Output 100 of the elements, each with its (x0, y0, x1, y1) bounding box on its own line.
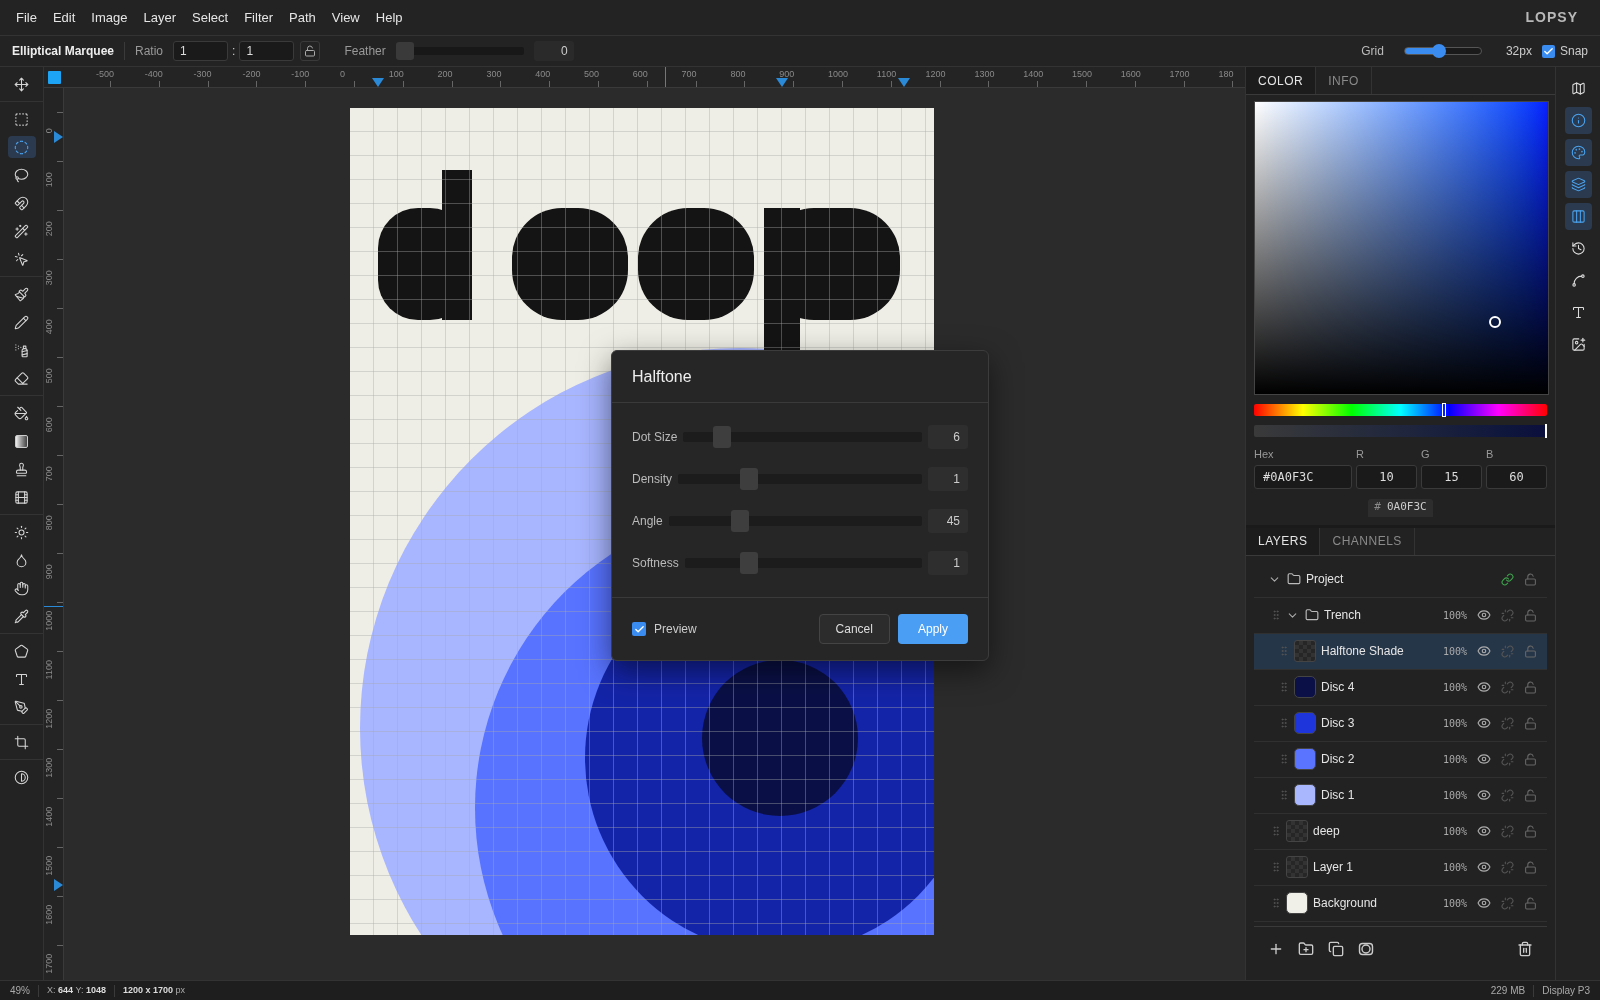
unlock-icon[interactable] (1524, 680, 1537, 694)
drag-handle-icon[interactable] (1270, 609, 1282, 621)
color-value-field[interactable]: 10 (1356, 464, 1417, 489)
color-value-field[interactable]: 15 (1421, 464, 1482, 489)
panel-tab[interactable]: CHANNELS (1320, 527, 1415, 555)
mask-icon[interactable] (1358, 940, 1374, 957)
drag-handle-icon[interactable] (1270, 825, 1282, 837)
columns-panel-button[interactable] (1564, 203, 1592, 230)
color-value-field[interactable]: #0A0F3C (1254, 464, 1352, 489)
cancel-button[interactable]: Cancel (818, 614, 890, 644)
layer-row[interactable]: Trench 100% (1254, 597, 1547, 634)
eye-icon[interactable] (1477, 788, 1491, 802)
panel-tab[interactable]: LAYERS (1246, 527, 1321, 555)
layer-row[interactable]: Project (1254, 561, 1547, 598)
unlock-icon[interactable] (1524, 716, 1537, 730)
unlock-icon[interactable] (1524, 788, 1537, 802)
menu-item[interactable]: File (8, 7, 45, 28)
unlock-icon[interactable] (1524, 752, 1537, 766)
slider-value[interactable]: 45 (928, 509, 968, 533)
link-icon[interactable] (1501, 572, 1514, 586)
menu-item[interactable]: Image (83, 7, 136, 28)
color-picker-handle[interactable] (1489, 316, 1501, 328)
slider-value[interactable]: 6 (928, 425, 968, 449)
wand-icon (14, 223, 29, 239)
layer-row[interactable]: Disc 2 100% (1254, 741, 1547, 778)
unlock-icon[interactable] (1524, 896, 1537, 910)
color-value-field[interactable]: 60 (1486, 464, 1547, 489)
eye-icon[interactable] (1477, 896, 1491, 910)
feather-thumb[interactable] (395, 42, 414, 60)
tool-name: Elliptical Marquee (12, 43, 115, 60)
layer-row[interactable]: Layer 1 100% (1254, 849, 1547, 886)
unlock-icon[interactable] (1524, 860, 1537, 874)
layer-name: Disc 2 (1321, 751, 1356, 768)
drag-handle-icon[interactable] (1278, 717, 1290, 729)
menu-item[interactable]: Edit (44, 7, 84, 28)
drag-handle-icon[interactable] (1278, 753, 1290, 765)
drag-handle-icon[interactable] (1278, 681, 1290, 693)
drag-handle-icon[interactable] (1278, 789, 1290, 801)
hue-slider-thumb[interactable] (1442, 403, 1447, 417)
new-folder-icon[interactable] (1298, 940, 1314, 957)
menu-item[interactable]: Path (281, 7, 324, 28)
drag-handle-icon[interactable] (1270, 897, 1282, 909)
ruler-label: 300 (44, 269, 56, 288)
slider-thumb[interactable] (712, 426, 731, 448)
panel-tab[interactable]: INFO (1316, 67, 1372, 94)
drag-handle-icon[interactable] (1270, 861, 1282, 873)
ruler-label: 500 (44, 367, 56, 386)
lasso-icon (14, 167, 29, 183)
slider-thumb[interactable] (730, 510, 749, 532)
eye-icon[interactable] (1477, 824, 1491, 838)
eye-icon[interactable] (1477, 644, 1491, 658)
ratio-width-field[interactable]: 1 (173, 41, 229, 61)
ruler-label: 500 (584, 68, 600, 81)
layer-row[interactable]: Disc 4 100% (1254, 669, 1547, 706)
slider-value[interactable]: 1 (928, 551, 968, 575)
unlock-icon[interactable] (1524, 608, 1537, 622)
color-swatch[interactable] (47, 70, 61, 84)
preview-checkbox[interactable] (632, 622, 646, 636)
layers-panel-button[interactable] (1564, 171, 1592, 198)
ruler-label: 200 (44, 220, 56, 239)
slider-thumb[interactable] (739, 468, 758, 490)
eye-icon[interactable] (1477, 716, 1491, 730)
eye-icon[interactable] (1477, 680, 1491, 694)
layer-row[interactable]: Disc 3 100% (1254, 705, 1547, 742)
layer-row[interactable]: Background 100% (1254, 885, 1547, 922)
ellipse-select-tool-button[interactable] (7, 136, 36, 158)
menu-item[interactable]: Help (367, 7, 411, 28)
delete-icon[interactable] (1517, 940, 1533, 957)
slider-value[interactable]: 1 (928, 467, 968, 491)
menu-item[interactable]: View (323, 7, 368, 28)
unlock-icon[interactable] (1524, 572, 1537, 586)
grid-value: 32px (1505, 43, 1532, 60)
unlock-icon[interactable] (1524, 824, 1537, 838)
layer-row[interactable]: deep 100% (1254, 813, 1547, 850)
slider-label: Angle (632, 513, 663, 530)
menu-item[interactable]: Filter (236, 7, 282, 28)
info-panel-button[interactable] (1564, 107, 1592, 134)
lock-ratio-button[interactable] (300, 41, 321, 61)
snap-checkbox[interactable] (1541, 44, 1555, 58)
color-field-label: B (1486, 447, 1495, 462)
eye-icon[interactable] (1477, 752, 1491, 766)
ratio-separator: : (232, 43, 236, 60)
cursor-coordinates: X: 644 Y: 1048 (47, 983, 106, 997)
layer-row[interactable]: Disc 1 100% (1254, 777, 1547, 814)
palette-panel-button[interactable] (1564, 139, 1592, 166)
duplicate-icon[interactable] (1328, 940, 1344, 957)
menu-item[interactable]: Select (184, 7, 237, 28)
eye-icon[interactable] (1477, 860, 1491, 874)
ratio-height-field[interactable]: 1 (239, 41, 295, 61)
eye-icon[interactable] (1477, 608, 1491, 622)
layer-name: Disc 3 (1321, 715, 1356, 732)
color-field[interactable] (1254, 101, 1549, 395)
color-field-label: G (1421, 447, 1431, 462)
magnet-icon (14, 195, 29, 211)
menu-item[interactable]: Layer (135, 7, 185, 28)
panel-tab[interactable]: COLOR (1246, 67, 1317, 94)
slider-thumb[interactable] (739, 552, 758, 574)
layer-row[interactable]: Halftone Shade 100% (1254, 633, 1547, 670)
drag-handle-icon[interactable] (1278, 645, 1290, 657)
grid-thumb[interactable] (1432, 44, 1447, 58)
